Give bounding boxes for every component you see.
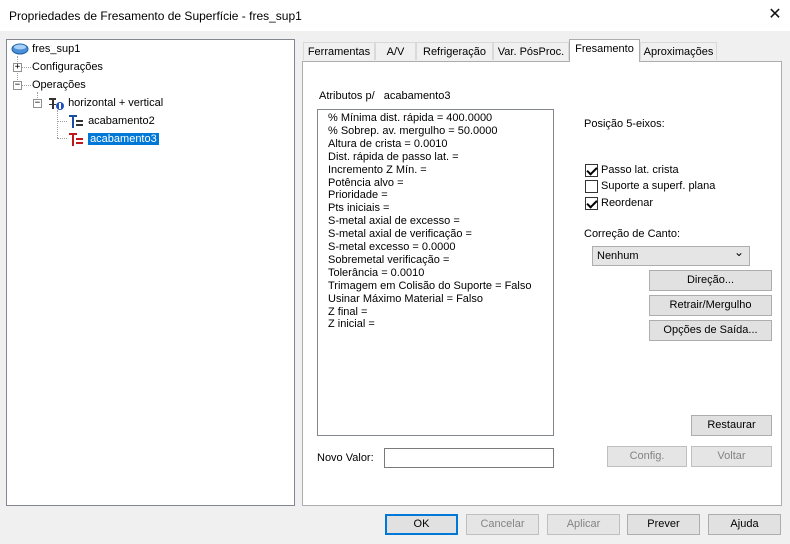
expand-configuracoes-icon[interactable]: + <box>13 63 22 72</box>
close-icon[interactable]: ✕ <box>765 5 785 25</box>
tree-root[interactable]: fres_sup1 <box>11 41 80 57</box>
attribute-line[interactable]: Z inicial = <box>328 318 375 330</box>
attribute-line[interactable]: S-metal excesso = 0.0000 <box>328 241 456 253</box>
attribute-line[interactable]: Sobremetal verificação = <box>328 254 449 266</box>
tree-item-acabamento3[interactable]: acabamento3 <box>67 131 159 147</box>
correcao-canto-value: Nenhum <box>597 250 639 262</box>
tree-item-label: horizontal + vertical <box>68 97 164 109</box>
tab-var-posproc[interactable]: Var. PósProc. <box>493 42 569 60</box>
attribute-line[interactable]: Tolerância = 0.0010 <box>328 267 424 279</box>
tree-line <box>57 138 67 139</box>
suporte-superf-plana-checkbox[interactable] <box>585 180 598 193</box>
tree-root-label: fres_sup1 <box>32 43 81 55</box>
voltar-button[interactable]: Voltar <box>691 446 772 467</box>
tab-av[interactable]: A/V <box>375 42 416 60</box>
tree-line <box>57 110 58 138</box>
attribute-line[interactable]: Dist. rápida de passo lat. = <box>328 151 459 163</box>
tree-item-operacoes[interactable]: Operações <box>32 77 86 93</box>
tree-item-label: acabamento2 <box>88 115 155 127</box>
opcoes-saida-button[interactable]: Opções de Saída... <box>649 320 772 341</box>
correcao-canto-label: Correção de Canto: <box>584 228 680 240</box>
restaurar-button[interactable]: Restaurar <box>691 415 772 436</box>
tree-line <box>21 67 31 68</box>
tree-line <box>57 121 67 122</box>
tree-item-label: Configurações <box>32 61 103 73</box>
tree-item-label: Operações <box>32 79 86 91</box>
prever-button[interactable]: Prever <box>627 514 700 535</box>
surface-mill-op-icon <box>69 114 83 128</box>
correcao-canto-select[interactable]: Nenhum ⌄ <box>592 245 750 266</box>
collapse-group-icon[interactable]: − <box>33 99 42 108</box>
posicao-5-eixos-label: Posição 5-eixos: <box>584 118 665 130</box>
attribute-line[interactable]: Pts iniciais = <box>328 202 389 214</box>
attribute-line[interactable]: Potência alvo = <box>328 177 404 189</box>
attribute-line[interactable]: Z final = <box>328 306 367 318</box>
attribute-line[interactable]: Altura de crista = 0.0010 <box>328 138 448 150</box>
attribute-line[interactable]: % Mínima dist. rápida = 400.0000 <box>328 112 492 124</box>
suporte-superf-plana-label[interactable]: Suporte a superf. plana <box>601 180 715 192</box>
novo-valor-input[interactable] <box>384 448 554 468</box>
tab-ferramentas[interactable]: Ferramentas <box>303 42 375 60</box>
window-title: Propriedades de Fresamento de Superfície… <box>9 9 302 23</box>
attributes-header: Atributos p/ acabamento3 <box>319 90 451 102</box>
passo-lat-crista-label[interactable]: Passo lat. crista <box>601 164 679 176</box>
chevron-down-icon: ⌄ <box>734 245 745 259</box>
tree-item-configuracoes[interactable]: Configurações <box>32 59 103 75</box>
attribute-line[interactable]: S-metal axial de verificação = <box>328 228 472 240</box>
tab-refrigeracao[interactable]: Refrigeração <box>416 42 493 60</box>
cancelar-button[interactable]: Cancelar <box>466 514 539 535</box>
tree-item-acabamento2[interactable]: acabamento2 <box>67 113 155 129</box>
passo-lat-crista-checkbox[interactable] <box>585 164 598 177</box>
tree-line <box>21 85 31 86</box>
tree-item-group[interactable]: horizontal + vertical <box>47 95 163 111</box>
ok-button[interactable]: OK <box>385 514 458 535</box>
tree-item-label-selected: acabamento3 <box>88 133 159 145</box>
reordenar-label[interactable]: Reordenar <box>601 197 653 209</box>
aplicar-button[interactable]: Aplicar <box>547 514 620 535</box>
attribute-line[interactable]: Usinar Máximo Material = Falso <box>328 293 483 305</box>
surface-mill-op-icon <box>69 132 83 146</box>
attribute-line[interactable]: Trimagem em Colisão do Suporte = Falso <box>328 280 531 292</box>
retrair-mergulho-button[interactable]: Retrair/Mergulho <box>649 295 772 316</box>
attribute-line[interactable]: Prioridade = <box>328 189 388 201</box>
ajuda-button[interactable]: Ajuda <box>708 514 781 535</box>
attribute-line[interactable]: % Sobrep. av. mergulho = 50.0000 <box>328 125 498 137</box>
tab-aproximacoes[interactable]: Aproximações <box>640 42 717 60</box>
operations-tree[interactable]: fres_sup1 + Configurações − Operações − … <box>6 39 295 506</box>
operation-group-icon <box>49 97 64 110</box>
attributes-list[interactable]: % Mínima dist. rápida = 400.0000% Sobrep… <box>317 109 554 436</box>
stock-icon <box>11 43 29 55</box>
novo-valor-label: Novo Valor: <box>317 452 374 464</box>
config-button[interactable]: Config. <box>607 446 687 467</box>
collapse-operacoes-icon[interactable]: − <box>13 81 22 90</box>
reordenar-checkbox[interactable] <box>585 197 598 210</box>
attribute-line[interactable]: S-metal axial de excesso = <box>328 215 460 227</box>
attribute-line[interactable]: Incremento Z Mín. = <box>328 164 427 176</box>
direcao-button[interactable]: Direção... <box>649 270 772 291</box>
tab-fresamento[interactable]: Fresamento <box>569 39 640 62</box>
